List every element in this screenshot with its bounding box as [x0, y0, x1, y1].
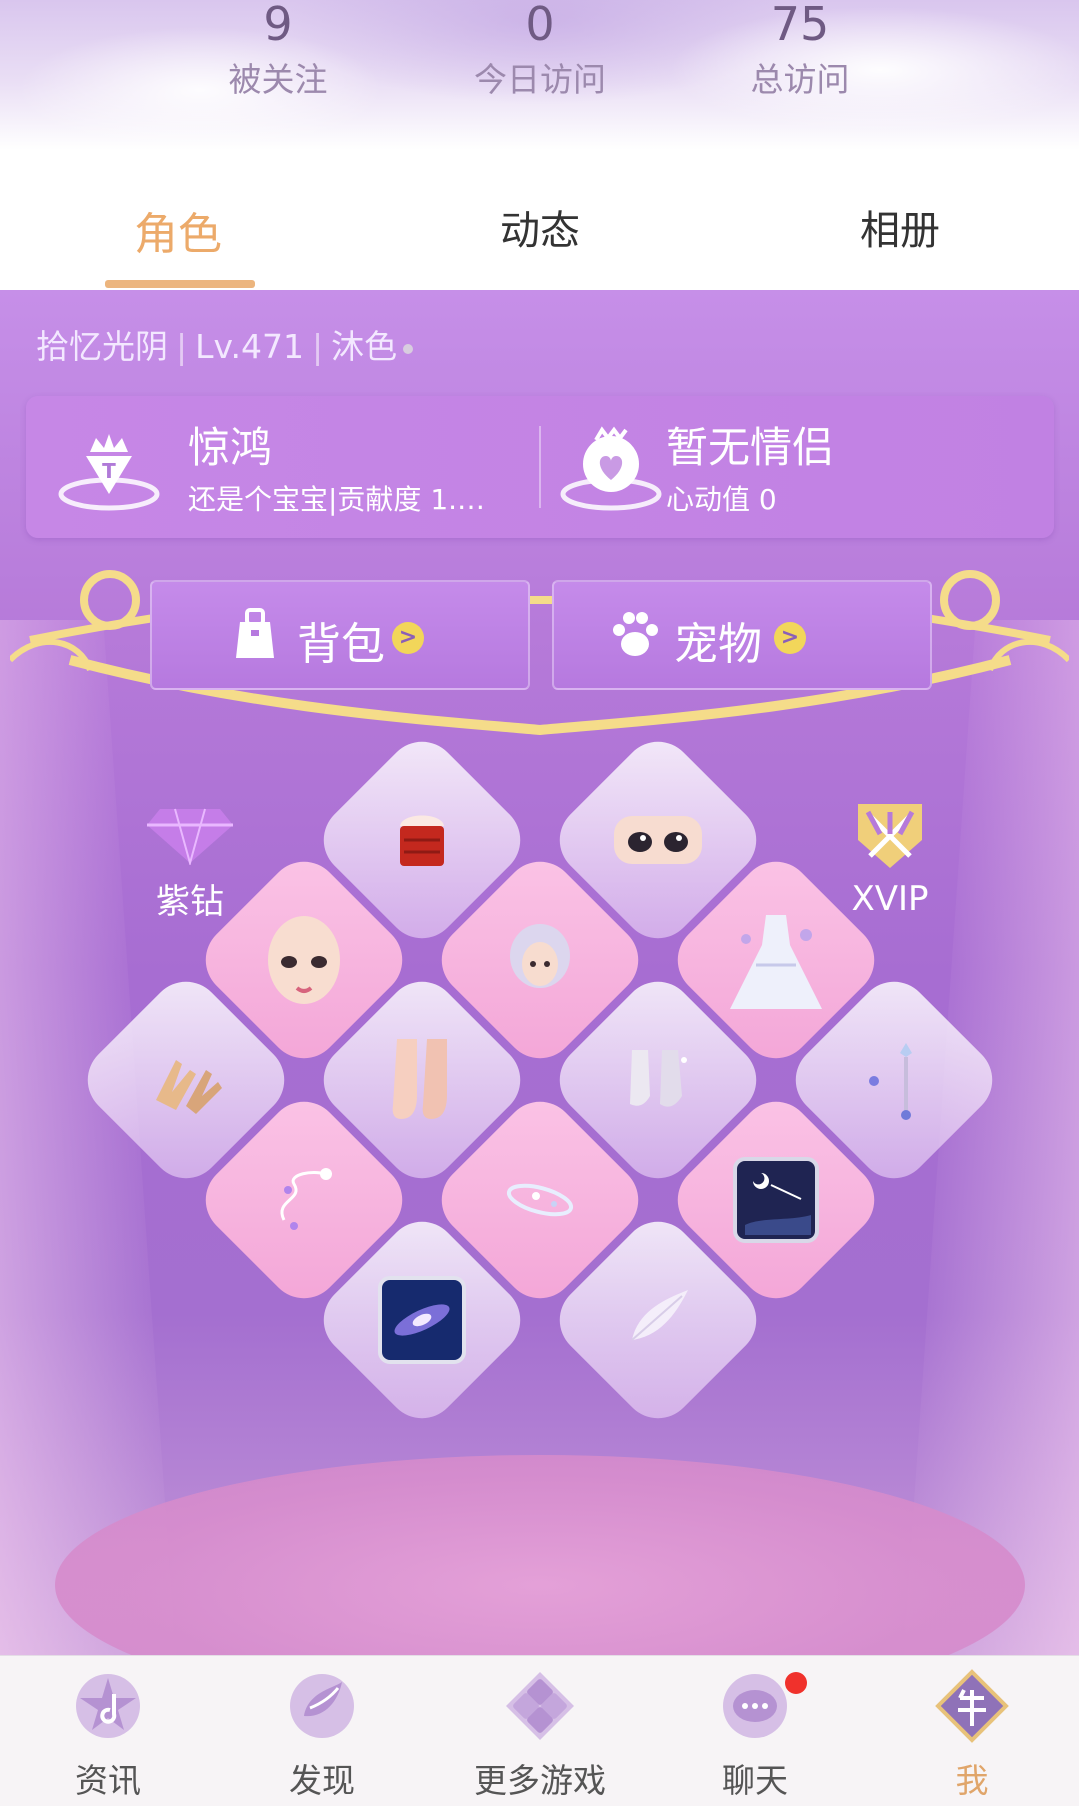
backpack-button[interactable]: 背包 >: [150, 580, 530, 690]
followers-stat[interactable]: 9 被关注: [178, 0, 378, 100]
role-name: 拾忆光阴: [36, 327, 168, 366]
role-server: 沐色: [331, 327, 398, 366]
nav-label-me: 我: [955, 1761, 989, 1800]
role-info-line: 拾忆光阴 | Lv.471 | 沐色: [36, 320, 414, 368]
me-icon: [935, 1669, 1009, 1743]
online-status-dot: [403, 343, 414, 354]
backpack-arrow-icon: >: [392, 622, 424, 654]
character-stage: 拾忆光阴 | Lv.471 | 沐色 T 惊鸿 还是个宝宝|贡献度 1.… 暂无情侣 心…: [0, 290, 1079, 1655]
bottom-navigation: 资讯 发现 更多游戏 聊天 我: [0, 1655, 1079, 1806]
nav-item-more-games[interactable]: 更多游戏: [440, 1656, 640, 1806]
nav-label-discover: 发现: [289, 1761, 355, 1800]
followers-label: 被关注: [228, 60, 328, 99]
total-visits-stat[interactable]: 75 总访问: [700, 0, 900, 100]
xvip-emblem-icon: [858, 804, 922, 868]
nav-label-more-games: 更多游戏: [474, 1761, 606, 1800]
total-visits-count: 75: [770, 0, 830, 51]
galaxy-background-icon: [342, 1240, 502, 1400]
backpack-label: 背包: [297, 619, 385, 670]
tab-album[interactable]: 相册: [800, 198, 1000, 256]
nav-label-news: 资讯: [75, 1761, 141, 1800]
nav-label-chat: 聊天: [722, 1761, 788, 1800]
guild-emblem-icon: T: [58, 434, 160, 511]
guild-contribution: 还是个宝宝|贡献度 1.…: [188, 483, 486, 516]
couple-status[interactable]: 暂无情侣: [666, 414, 834, 475]
chat-unread-badge: [785, 1672, 807, 1694]
role-level: Lv.471: [195, 327, 304, 366]
nav-item-discover[interactable]: 发现: [222, 1656, 422, 1806]
pet-button[interactable]: 宠物 >: [552, 580, 932, 690]
discover-icon: [290, 1674, 354, 1738]
svg-text:T: T: [102, 459, 116, 483]
backpack-icon: [236, 608, 274, 658]
total-visits-label: 总访问: [750, 60, 850, 99]
paw-icon: [613, 612, 658, 656]
card-divider: [539, 426, 541, 508]
couple-heart-icon: [560, 426, 662, 511]
feather-item-icon: [578, 1240, 738, 1400]
active-tab-indicator: [105, 280, 255, 288]
followers-count: 9: [263, 0, 293, 51]
profile-header: 9 被关注 0 今日访问 75 总访问: [0, 0, 1079, 150]
chat-icon: [723, 1674, 787, 1738]
heart-value: 心动值 0: [666, 483, 777, 516]
profile-tabs: 角色 动态 相册: [0, 150, 1079, 290]
nav-item-chat[interactable]: 聊天: [655, 1656, 855, 1806]
guild-couple-card: T 惊鸿 还是个宝宝|贡献度 1.… 暂无情侣 心动值 0: [26, 396, 1054, 538]
tab-moments[interactable]: 动态: [440, 198, 640, 256]
diamond-icon: [147, 808, 233, 867]
nav-item-news[interactable]: 资讯: [8, 1656, 208, 1806]
stage-floor: [55, 1455, 1025, 1655]
today-visits-stat[interactable]: 0 今日访问: [440, 0, 640, 100]
more-games-icon: [506, 1672, 574, 1740]
pet-arrow-icon: >: [774, 622, 806, 654]
tab-role[interactable]: 角色: [78, 198, 278, 262]
pet-label: 宠物: [674, 619, 762, 670]
nav-item-me[interactable]: 我: [872, 1656, 1072, 1806]
news-icon: [76, 1674, 140, 1738]
today-visits-count: 0: [525, 0, 555, 51]
guild-name[interactable]: 惊鸿: [188, 414, 272, 475]
today-visits-label: 今日访问: [474, 60, 606, 99]
